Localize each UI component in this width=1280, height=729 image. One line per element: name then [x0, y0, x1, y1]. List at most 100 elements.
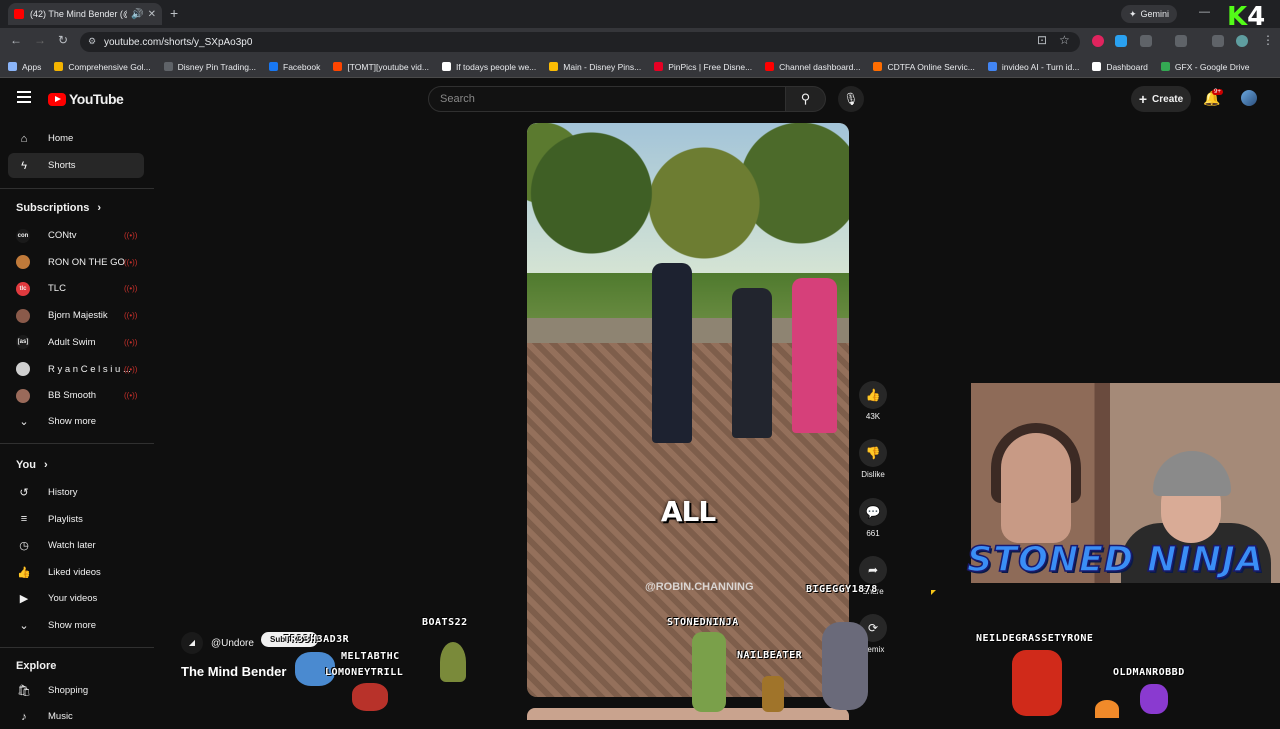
youtube-logo[interactable]: YouTube: [48, 91, 124, 107]
bookmark-item[interactable]: invideo AI - Turn id...: [987, 62, 1079, 72]
next-short-preview[interactable]: [527, 708, 849, 720]
url-field[interactable]: youtube.com/shorts/y_SXpAo3p0: [80, 32, 1080, 52]
subscription-avatar: [16, 308, 30, 323]
comment-icon[interactable]: 💬: [859, 498, 887, 526]
live-indicator-icon: ((•)): [124, 337, 138, 347]
install-icon[interactable]: ⊡: [1037, 33, 1047, 47]
channel-info[interactable]: ◢ @Undore: [181, 632, 254, 654]
live-indicator-icon: ((•)): [124, 364, 138, 374]
cast-icon[interactable]: [1212, 35, 1224, 47]
bookmark-favicon-icon: [873, 62, 883, 71]
bookmark-item[interactable]: CDTFA Online Servic...: [873, 62, 975, 72]
profile-icon[interactable]: [1236, 35, 1248, 47]
browser-tab-strip: (42) The Mind Bender (@ro 🔊 ✕ + ✦Gemini …: [0, 0, 1280, 32]
create-button[interactable]: + Create: [1131, 86, 1191, 112]
sidebar-subscription-item[interactable]: Bjorn Majestik ((•)): [8, 303, 144, 328]
bookmark-label: Apps: [22, 61, 42, 72]
bookmark-label: PinPics | Free Disne...: [668, 61, 753, 72]
sidebar-item-shopping[interactable]: 🛍 Shopping: [8, 678, 144, 703]
bookmark-item[interactable]: PinPics | Free Disne...: [654, 62, 752, 72]
bookmark-item[interactable]: Facebook: [269, 62, 320, 72]
sidebar-item-music[interactable]: ♪ Music: [8, 704, 144, 729]
show-more-you[interactable]: ⌄ Show more: [8, 613, 144, 638]
bookmark-item[interactable]: Channel dashboard...: [765, 62, 860, 72]
new-tab-button[interactable]: +: [170, 5, 178, 21]
forward-icon[interactable]: →: [34, 33, 46, 47]
bookmark-item[interactable]: Dashboard: [1092, 62, 1148, 72]
browser-tab-active[interactable]: (42) The Mind Bender (@ro 🔊 ✕: [8, 3, 162, 25]
extensions-puzzle-icon[interactable]: [1140, 35, 1152, 47]
history-icon: ↺: [19, 487, 29, 499]
account-avatar[interactable]: [1241, 90, 1257, 106]
sidebar-you-item[interactable]: ▶ Your videos: [8, 586, 144, 611]
live-indicator-icon: ((•)): [124, 257, 138, 267]
you-heading[interactable]: You ›: [16, 459, 48, 471]
kebab-menu-icon[interactable]: ⋮: [1262, 33, 1274, 47]
bookmark-item[interactable]: [TOMT][youtube vid...: [333, 62, 429, 72]
channel-avatar[interactable]: ◢: [181, 632, 203, 654]
sidebar-subscription-item[interactable]: [as] Adult Swim ((•)): [8, 330, 144, 355]
dislike-action[interactable]: 👎 Dislike: [858, 439, 888, 479]
bookmark-favicon-icon: [163, 62, 173, 71]
bookmark-favicon-icon: [269, 62, 279, 71]
sidebar-you-item[interactable]: ◷ Watch later: [8, 533, 144, 558]
share-icon[interactable]: ➦: [859, 556, 887, 584]
channel-handle[interactable]: @Undore: [211, 638, 254, 649]
bookmarks-bar: Apps Comprehensive Gol... Disney Pin Tradi…: [0, 56, 1280, 78]
thumbs-up-icon[interactable]: 👍: [859, 381, 887, 409]
reload-icon[interactable]: ↻: [58, 33, 68, 47]
sidepanel-icon[interactable]: [1175, 35, 1187, 47]
hamburger-menu-icon[interactable]: [17, 91, 31, 103]
sidebar-subscription-item[interactable]: BB Smooth ((•)): [8, 383, 144, 408]
voice-search-button[interactable]: 🎙: [838, 86, 864, 112]
subscription-avatar: [as]: [16, 335, 30, 350]
bookmark-item[interactable]: Disney Pin Trading...: [163, 62, 256, 72]
notification-badge: 9+: [1212, 89, 1223, 95]
chat-name-label: MELTABTHC: [341, 651, 400, 662]
like-action[interactable]: 👍 43K: [858, 381, 888, 421]
you-title: You: [16, 459, 36, 471]
chat-name-label: NAILBEATER: [737, 650, 803, 661]
extension-icon-2[interactable]: [1115, 35, 1127, 47]
search-input[interactable]: Search: [428, 86, 786, 112]
show-more-subscriptions[interactable]: ⌄ Show more: [8, 409, 144, 434]
bookmark-item[interactable]: Main - Disney Pins...: [549, 62, 641, 72]
bookmark-label: Main - Disney Pins...: [563, 61, 642, 72]
extension-icon-1[interactable]: [1092, 35, 1104, 47]
sidebar-subscription-item[interactable]: R y a n C e l s i u ... ((•)): [8, 357, 144, 382]
sidebar-item-label: Your videos: [48, 593, 98, 605]
sidebar-you-item[interactable]: 👍 Liked videos: [8, 560, 144, 585]
gemini-button[interactable]: ✦ Gemini: [1121, 5, 1178, 23]
sidebar-you-item[interactable]: ↺ History: [8, 480, 144, 505]
bookmark-star-icon[interactable]: ☆: [1059, 33, 1070, 47]
sidebar-subscription-item[interactable]: tlc TLC ((•)): [8, 276, 144, 301]
chat-sprite-master-chief: [692, 632, 726, 712]
sidebar-subscription-item[interactable]: con CONtv ((•)): [8, 223, 144, 248]
thumbs-down-icon[interactable]: 👎: [859, 439, 887, 467]
sidebar-item-shorts[interactable]: ϟ Shorts: [8, 153, 144, 178]
audio-icon[interactable]: 🔊: [131, 9, 143, 20]
bookmark-item[interactable]: Apps: [8, 62, 41, 72]
subscriptions-heading[interactable]: Subscriptions ›: [16, 202, 101, 214]
sidebar-divider: [0, 443, 154, 444]
short-video-player[interactable]: ALL @ROBIN.CHANNING: [527, 123, 849, 697]
bookmark-item[interactable]: Comprehensive Gol...: [54, 62, 151, 72]
sidebar-subscription-item[interactable]: RON ON THE GO ((•)): [8, 250, 144, 275]
search-placeholder: Search: [440, 93, 475, 105]
sidebar-you-item[interactable]: ≡ Playlists: [8, 507, 144, 532]
bookmark-label: If todays people we...: [455, 61, 537, 72]
bookmark-favicon-icon: [549, 62, 559, 71]
sidebar-item-label: Playlists: [48, 513, 83, 525]
sidebar-item-label: History: [48, 487, 78, 498]
bookmark-item[interactable]: GFX - Google Drive: [1160, 62, 1250, 72]
search-button[interactable]: ⚲: [786, 86, 826, 112]
comments-action[interactable]: 💬 661: [858, 498, 888, 538]
site-info-icon[interactable]: ⚙: [88, 36, 96, 47]
sidebar-item-home[interactable]: ⌂ Home: [8, 126, 144, 151]
bookmark-item[interactable]: If todays people we...: [441, 61, 537, 72]
close-tab-icon[interactable]: ✕: [148, 9, 156, 20]
minimize-icon[interactable]: —: [1199, 6, 1210, 18]
back-icon[interactable]: ←: [10, 33, 22, 47]
explore-title: Explore: [16, 660, 57, 672]
create-label: Create: [1152, 93, 1184, 105]
